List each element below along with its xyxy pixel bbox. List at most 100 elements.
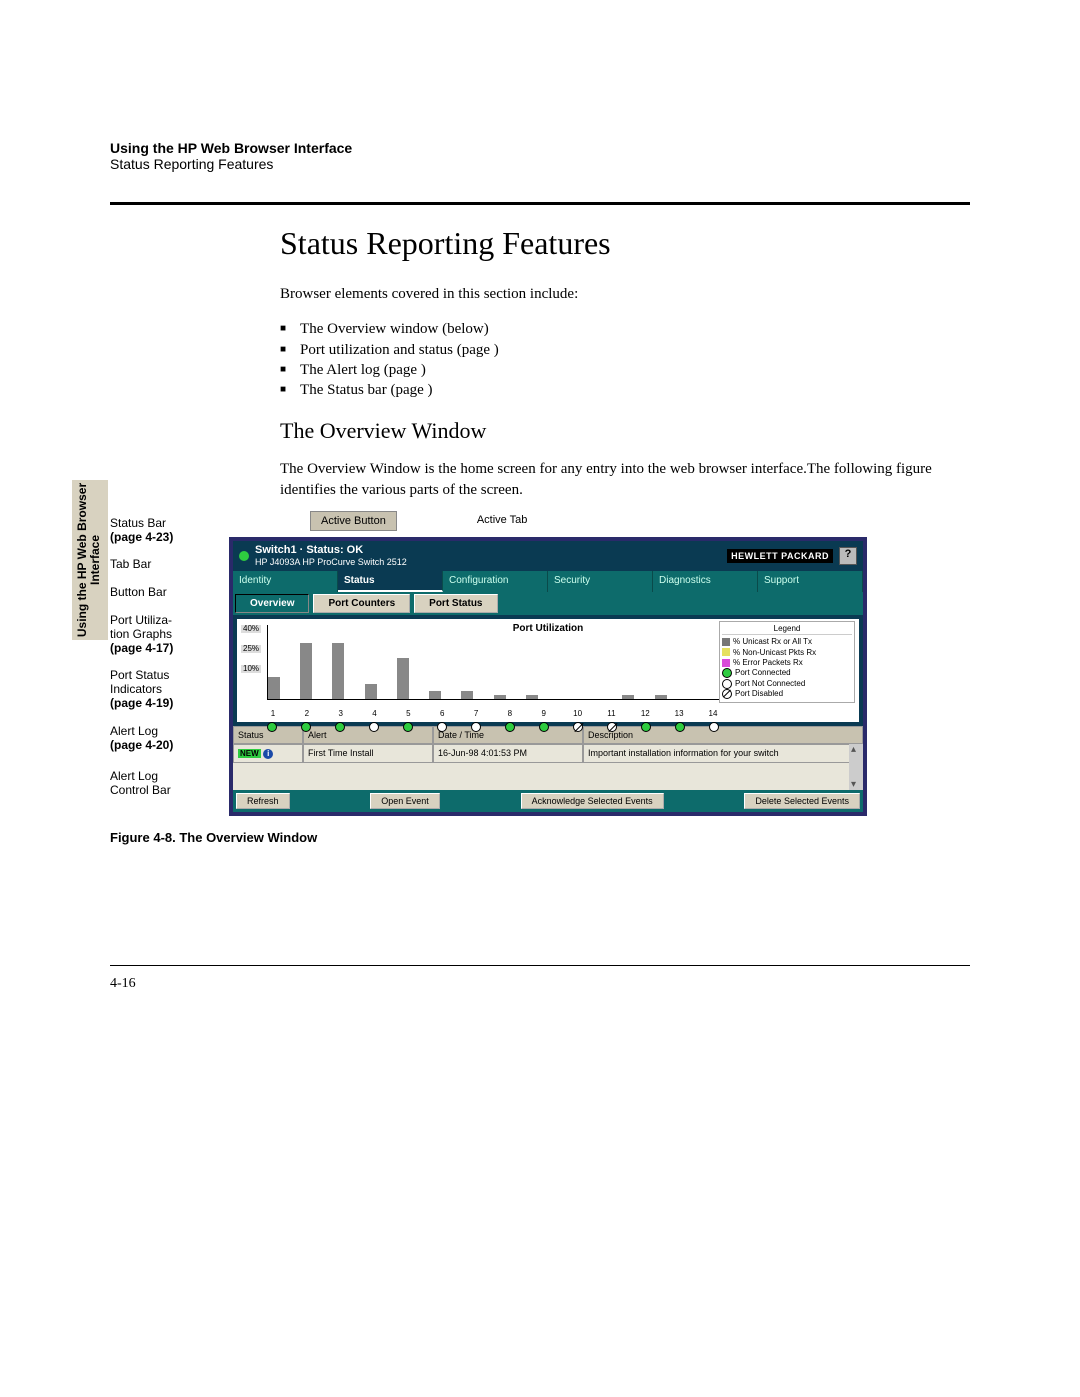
alert-log-control-bar: Refresh Open Event Acknowledge Selected … [233, 790, 863, 812]
tab-bar: Identity Status Configuration Security D… [233, 571, 863, 592]
tab-identity[interactable]: Identity [233, 571, 338, 592]
legend-item: % Non-Unicast Pkts Rx [722, 648, 852, 658]
section-heading: The Overview Window [280, 418, 970, 444]
legend-text: Port Connected [735, 668, 791, 677]
acknowledge-events-button[interactable]: Acknowledge Selected Events [521, 793, 664, 809]
overview-button[interactable]: Overview [235, 594, 309, 613]
delete-events-button[interactable]: Delete Selected Events [744, 793, 860, 809]
port-status-indicators [267, 722, 719, 732]
alert-log-body[interactable]: NEW i First Time Install 16-Jun-98 4:01:… [233, 744, 863, 790]
tab-status[interactable]: Status [338, 571, 443, 592]
bullet-item: The Status bar (page ) [280, 380, 970, 400]
legend-swatch-icon [722, 648, 730, 656]
port-connected-icon [641, 722, 651, 732]
port-connected-icon [675, 722, 685, 732]
port-connected-icon [505, 722, 515, 732]
port-counters-button[interactable]: Port Counters [313, 594, 410, 613]
legend-text: % Non-Unicast Pkts Rx [733, 648, 816, 657]
intro-paragraph: Browser elements covered in this section… [280, 284, 970, 304]
y-label: 40% [241, 625, 261, 633]
bar-port-3 [332, 643, 344, 699]
refresh-button[interactable]: Refresh [236, 793, 290, 809]
x-tick: 5 [402, 709, 414, 718]
legend-item: Port Connected [722, 668, 852, 679]
tab-security[interactable]: Security [548, 571, 653, 592]
port-status-button[interactable]: Port Status [414, 594, 497, 613]
alert-description: Important installation information for y… [583, 744, 863, 763]
x-tick: 13 [673, 709, 685, 718]
left-callouts: Status Bar(page 4-23) Tab Bar Button Bar… [110, 515, 225, 812]
legend-swatch-icon [722, 659, 730, 667]
legend-item: Port Not Connected [722, 679, 852, 690]
legend-title: Legend [722, 624, 852, 635]
switch-model-text: HP J4093A HP ProCurve Switch 2512 [255, 557, 407, 567]
bullet-item: Port utilization and status (page ) [280, 340, 970, 360]
figure-caption: Figure 4-8. The Overview Window [110, 830, 970, 845]
running-header: Using the HP Web Browser Interface Statu… [110, 140, 970, 172]
info-icon: i [263, 749, 273, 759]
help-button[interactable]: ? [839, 547, 857, 565]
x-tick: 11 [605, 709, 617, 718]
chart-legend: Legend % Unicast Rx or All Tx % Non-Unica… [719, 621, 855, 703]
x-tick: 2 [301, 709, 313, 718]
callout-ref: (page 4-19) [110, 696, 173, 710]
bar-port-13 [655, 695, 667, 699]
page-title: Status Reporting Features [280, 225, 970, 262]
status-ok-icon [239, 551, 249, 561]
new-badge-icon: NEW [238, 749, 261, 758]
top-callouts: Active Button Active Tab [250, 511, 537, 531]
callout-label: Port Status Indicators [110, 668, 169, 696]
x-tick: 6 [436, 709, 448, 718]
tab-support[interactable]: Support [758, 571, 863, 592]
x-tick: 8 [504, 709, 516, 718]
port-connected-icon [301, 722, 311, 732]
bullet-item: The Alert log (page ) [280, 360, 970, 380]
divider-thin [110, 965, 970, 966]
port-disabled-icon [573, 722, 583, 732]
bar-port-12 [622, 695, 634, 699]
legend-swatch-icon [722, 679, 732, 689]
side-chapter-tab: Using the HP Web Browser Interface [72, 480, 108, 640]
button-bar: Overview Port Counters Port Status [233, 592, 863, 615]
x-tick: 12 [639, 709, 651, 718]
page-number: 4-16 [110, 976, 970, 992]
port-not-connected-icon [369, 722, 379, 732]
alert-log: Status Alert Date / Time Description NEW… [233, 726, 863, 790]
tab-configuration[interactable]: Configuration [443, 571, 548, 592]
section-paragraph: The Overview Window is the home screen f… [280, 459, 970, 500]
legend-text: % Unicast Rx or All Tx [733, 637, 812, 646]
legend-item: % Error Packets Rx [722, 658, 852, 668]
chart-y-labels: 40% 25% 10% [241, 625, 261, 685]
bar-port-8 [494, 695, 506, 699]
running-header-line1: Using the HP Web Browser Interface [110, 140, 970, 156]
legend-text: Port Disabled [735, 689, 783, 698]
legend-text: % Error Packets Rx [733, 658, 803, 667]
chart-x-labels: 1234567891011121314 [267, 709, 719, 718]
bar-port-7 [461, 691, 473, 698]
bar-port-6 [429, 691, 441, 698]
legend-swatch-icon [722, 638, 730, 646]
tab-diagnostics[interactable]: Diagnostics [653, 571, 758, 592]
alert-datetime: 16-Jun-98 4:01:53 PM [433, 744, 583, 763]
switch-status-text: Switch1 · Status: OK [255, 544, 363, 556]
legend-swatch-icon [722, 668, 732, 678]
x-tick: 7 [470, 709, 482, 718]
callout-ref: (page 4-23) [110, 530, 173, 544]
x-tick: 14 [707, 709, 719, 718]
x-tick: 1 [267, 709, 279, 718]
x-tick: 4 [369, 709, 381, 718]
bar-port-4 [365, 684, 377, 699]
port-connected-icon [267, 722, 277, 732]
divider-thick [110, 202, 970, 205]
alert-row[interactable]: NEW i First Time Install 16-Jun-98 4:01:… [233, 744, 863, 763]
port-utilization-chart: Port Utilization 40% 25% 10% 12345678910… [237, 619, 859, 722]
bar-port-2 [300, 643, 312, 699]
callout-ref: (page 4-17) [110, 641, 173, 655]
bullet-item: The Overview window (below) [280, 319, 970, 339]
callout-label: Alert Log Control Bar [110, 769, 171, 797]
scrollbar[interactable] [849, 744, 863, 790]
overview-window-screenshot: Switch1 · Status: OK HP J4093A HP ProCur… [229, 537, 867, 816]
feature-bullet-list: The Overview window (below) Port utiliza… [280, 319, 970, 400]
callout-ref: (page 4-20) [110, 738, 173, 752]
open-event-button[interactable]: Open Event [370, 793, 440, 809]
